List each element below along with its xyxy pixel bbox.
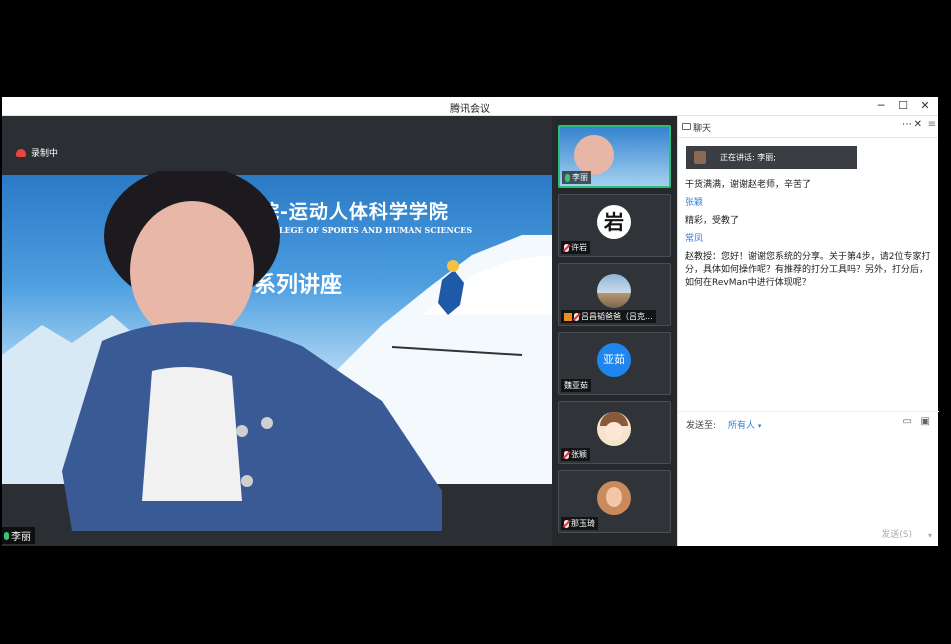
participant-name: 许岩 <box>571 243 587 252</box>
participant-tile[interactable]: 吕昌韬爸爸（吕克... <box>558 263 671 326</box>
participant-name: 魏亚茹 <box>564 381 588 390</box>
participant-name: 吕昌韬爸爸（吕克... <box>581 312 653 321</box>
main-video[interactable]: 录制中 院-运动人体科学学院 COLLEGE OF SPORTS AND HUM… <box>2 116 552 546</box>
screenshot-icon[interactable]: ▣ <box>921 416 930 427</box>
avatar <box>597 412 631 446</box>
cloud-record-icon <box>16 148 26 157</box>
mic-off-icon <box>574 312 579 321</box>
mic-on-icon <box>565 173 570 182</box>
participant-tile[interactable]: 李丽 <box>558 125 671 188</box>
tile-name-tag: 张颖 <box>561 448 590 461</box>
close-chat-icon[interactable]: ✕ <box>914 119 922 130</box>
recording-indicator[interactable]: 录制中 <box>16 146 58 159</box>
speaking-label: 正在讲话: 李丽; <box>720 153 776 162</box>
chat-message: 精彩，受教了 <box>685 216 740 226</box>
file-icon[interactable]: ▭ <box>903 416 912 427</box>
send-button[interactable]: 发送(S) <box>881 527 912 540</box>
title-bar: 腾讯会议 ─ ☐ ✕ <box>2 97 938 116</box>
panel-menu-icon[interactable]: ≡ <box>928 119 936 130</box>
participant-tile[interactable]: 那玉琦 <box>558 470 671 533</box>
main-speaker-name: 李丽 <box>11 532 31 543</box>
chat-message: 干货满满，谢谢赵老师，辛苦了 <box>685 180 812 190</box>
chat-sender[interactable]: 常凤 <box>685 233 935 246</box>
tile-name-tag: 李丽 <box>562 171 591 184</box>
maximize-icon[interactable]: ☐ <box>894 98 912 114</box>
meeting-window: 腾讯会议 ─ ☐ ✕ 录制中 院-运动人体科学学院 COLLEGE OF SPO… <box>2 97 939 546</box>
tile-name-tag: 吕昌韬爸爸（吕克... <box>561 310 656 323</box>
speaking-banner: 正在讲话: 李丽; <box>686 146 857 169</box>
participant-tile[interactable]: 张颖 <box>558 401 671 464</box>
more-icon[interactable]: ⋯ <box>902 119 912 130</box>
avatar: 岩 <box>597 205 631 239</box>
tile-face <box>574 135 614 175</box>
avatar <box>597 274 631 308</box>
speaker-avatar-icon <box>694 151 706 164</box>
tile-name-tag: 许岩 <box>561 241 590 254</box>
participant-name: 那玉琦 <box>571 519 595 528</box>
participant-strip: 李丽 岩 许岩 吕昌韬爸爸（吕克... 亚茹 魏亚茹 张颖 那玉琦 <box>552 116 677 546</box>
divider <box>678 411 939 412</box>
main-speaker-tag: 李丽 <box>2 527 35 544</box>
participant-name: 李丽 <box>572 173 588 182</box>
window-title: 腾讯会议 <box>450 104 490 115</box>
participant-tile[interactable]: 亚茹 魏亚茹 <box>558 332 671 395</box>
chevron-down-icon: ▾ <box>757 422 762 430</box>
mic-on-icon <box>4 531 9 540</box>
minimize-icon[interactable]: ─ <box>872 98 890 114</box>
mic-off-icon <box>564 243 569 252</box>
chevron-down-icon[interactable]: ▾ <box>928 531 932 540</box>
recipient-select[interactable]: 所有人 ▾ <box>728 418 761 431</box>
mic-off-icon <box>564 450 569 459</box>
avatar: 亚茹 <box>597 343 631 377</box>
close-icon[interactable]: ✕ <box>916 98 934 114</box>
avatar-text: 亚茹 <box>603 353 625 366</box>
chat-panel: 聊天 ⋯ ✕ ≡ 正在讲话: 李丽; 干货满满，谢谢赵老师，辛苦了 张颖 精彩，… <box>677 116 939 546</box>
chat-title: 聊天 <box>693 124 712 134</box>
speaker-figure <box>62 171 442 531</box>
chat-header: 聊天 ⋯ ✕ ≡ <box>678 116 938 138</box>
recording-label: 录制中 <box>31 149 59 159</box>
avatar-text: 岩 <box>604 210 624 234</box>
mic-off-icon <box>564 519 569 528</box>
recipient-value: 所有人 <box>728 421 756 431</box>
share-icon <box>564 312 572 321</box>
avatar <box>597 481 631 515</box>
chat-messages: 干货满满，谢谢赵老师，辛苦了 张颖 精彩，受教了 常凤 赵教授：您好！谢谢您系统… <box>685 174 935 290</box>
avatar-face <box>605 422 623 440</box>
send-to-label: 发送至: <box>686 421 717 431</box>
participant-tile[interactable]: 岩 许岩 <box>558 194 671 257</box>
participant-name: 张颖 <box>571 450 587 459</box>
tile-name-tag: 那玉琦 <box>561 517 598 530</box>
chat-message: 赵教授：您好！谢谢您系统的分享。关于第4步，请2位专家打分，具体如何操作呢？有推… <box>685 252 931 288</box>
chat-sender[interactable]: 张颖 <box>685 197 935 210</box>
tile-name-tag: 魏亚茹 <box>561 379 591 392</box>
chat-icon <box>682 123 691 130</box>
avatar-face <box>606 487 622 507</box>
